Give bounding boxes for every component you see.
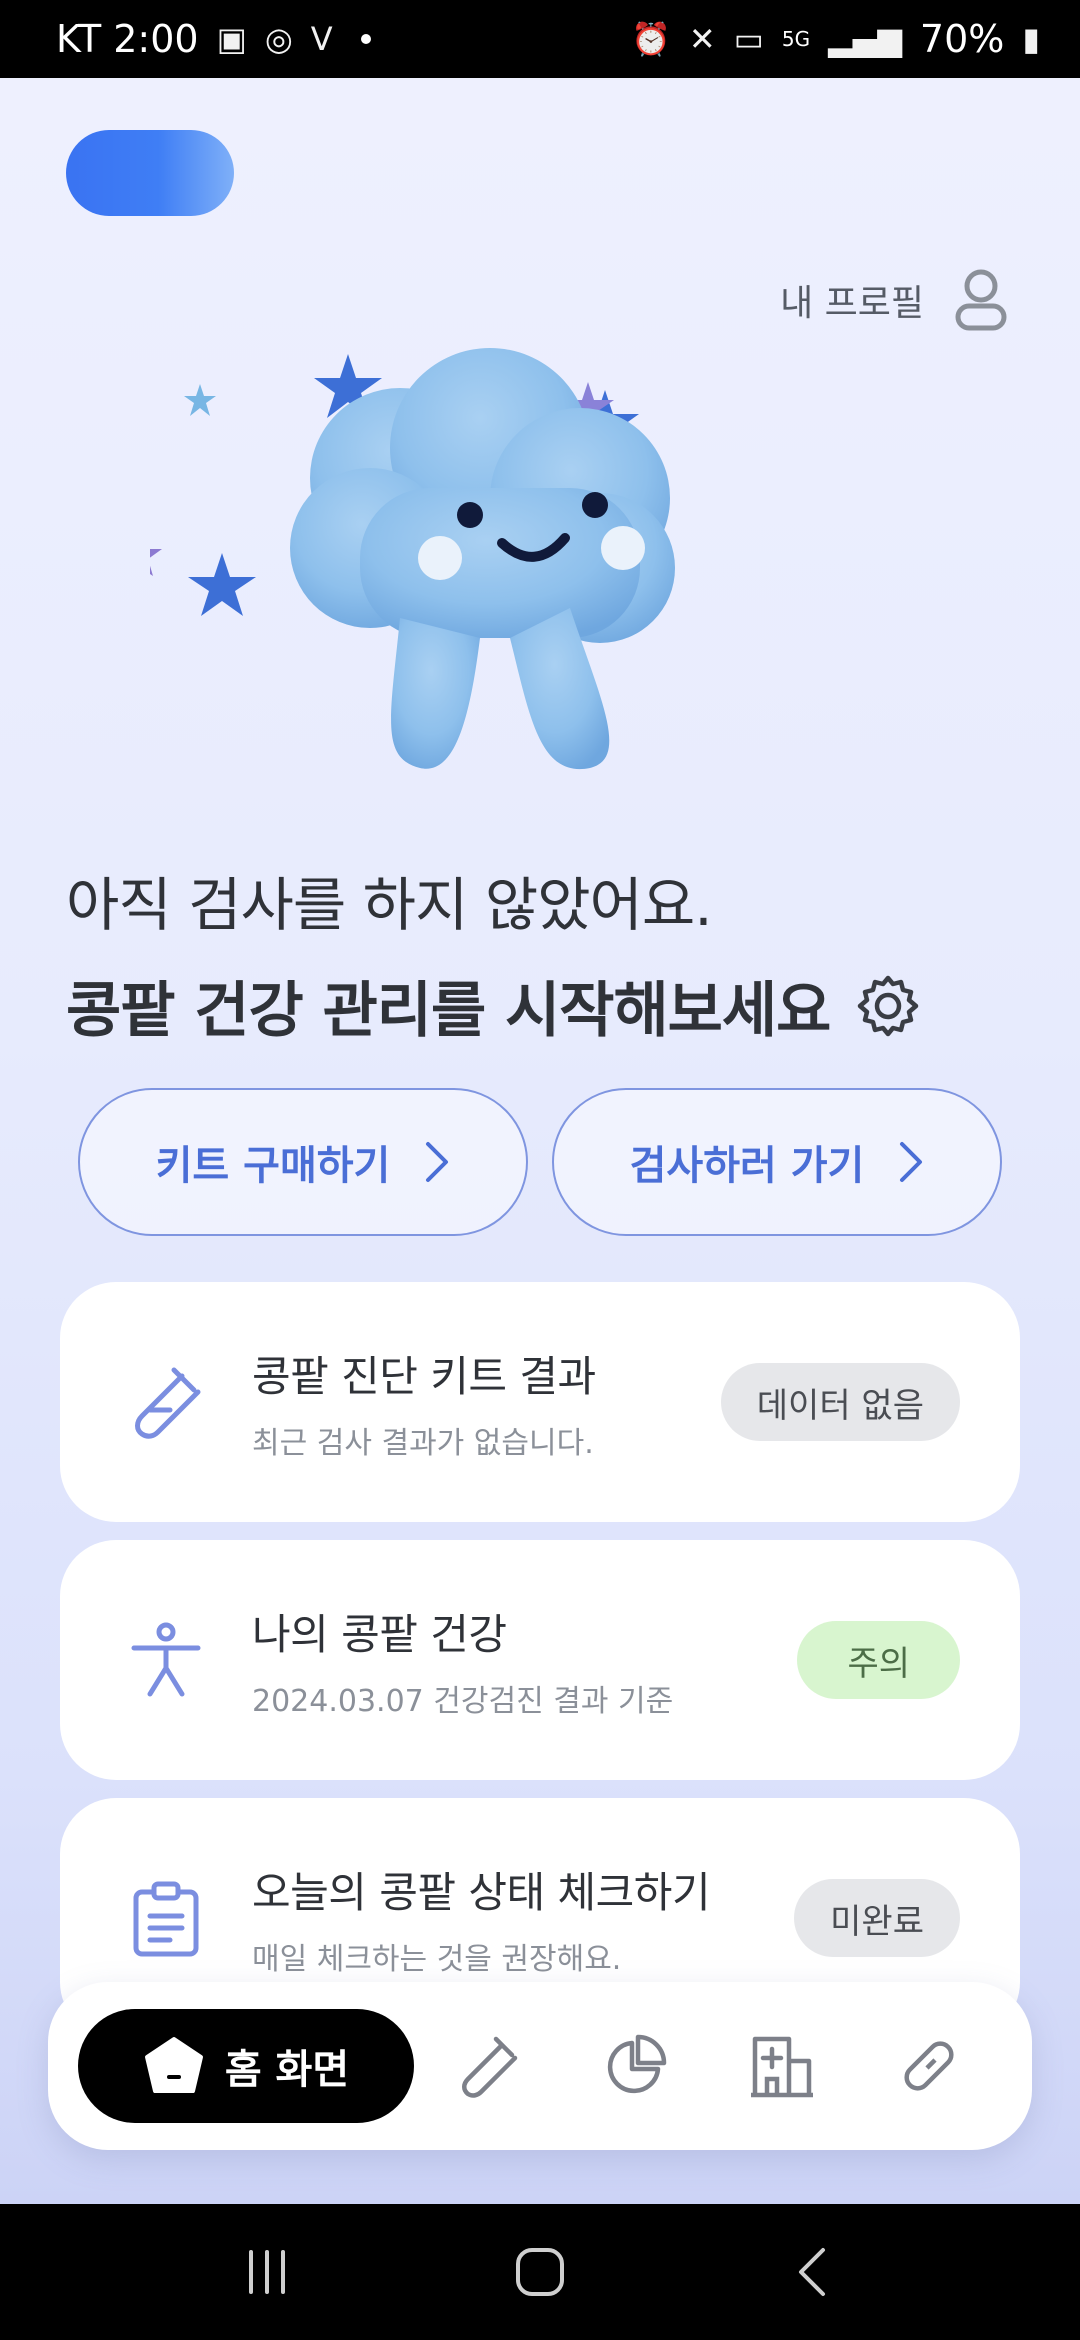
headline-line2: 콩팥 건강 관리를 시작해보세요 bbox=[66, 976, 831, 1046]
battery-percent: 70% bbox=[919, 17, 1005, 61]
recent-apps-icon[interactable] bbox=[237, 2242, 297, 2302]
buy-kit-button[interactable]: 키트 구매하기 bbox=[78, 1088, 528, 1236]
card-subtitle: 매일 체크하는 것을 권장해요. bbox=[252, 1941, 622, 1977]
gallery-icon: ▣ bbox=[216, 20, 247, 58]
status-badge: 데이터 없음 bbox=[720, 1363, 960, 1441]
clipboard-icon bbox=[133, 1881, 199, 1957]
card-kidney-health[interactable]: 나의 콩팥 건강 2024.03.07 건강검진 결과 기준 주의 bbox=[60, 1540, 1020, 1780]
cloud-mascot-illustration bbox=[150, 348, 675, 770]
chevron-right-icon bbox=[426, 1142, 449, 1182]
gear-icon[interactable] bbox=[856, 974, 920, 1038]
card-kit-result[interactable]: 콩팥 진단 키트 결과 최근 검사 결과가 없습니다. 데이터 없음 bbox=[60, 1282, 1020, 1522]
headline: 아직 검사를 하지 않았어요. 콩팥 건강 관리를 시작해보세요 bbox=[66, 858, 1026, 1049]
bottom-nav: 홈 화면 bbox=[48, 1982, 1032, 2150]
back-icon[interactable] bbox=[783, 2242, 843, 2302]
status-badge: 미완료 bbox=[794, 1879, 960, 1957]
battery-icon: ▮ bbox=[1022, 20, 1040, 58]
headline-line1: 아직 검사를 하지 않았어요. bbox=[66, 871, 713, 939]
notification-dot-icon bbox=[360, 34, 371, 44]
signal-icon: ▂▄▆ bbox=[828, 20, 902, 58]
card-title: 나의 콩팥 건강 bbox=[252, 1609, 507, 1659]
test-tube-icon bbox=[461, 2036, 517, 2098]
nav-report[interactable] bbox=[561, 2033, 708, 2099]
pill-icon bbox=[903, 2041, 954, 2091]
nav-home-button[interactable]: 홈 화면 bbox=[78, 2009, 414, 2123]
volte-icon: ᐯ bbox=[310, 20, 333, 58]
card-title: 콩팥 진단 키트 결과 bbox=[252, 1351, 596, 1401]
home-screen: 내 프로필 아직 검사를 하지 않았어요. 콩팥 건강 관리를 시작해보세요 키… bbox=[0, 78, 1080, 2204]
go-test-button[interactable]: 검사하러 가기 bbox=[552, 1088, 1002, 1236]
nav-test-kit[interactable] bbox=[414, 2033, 561, 2099]
status-badge: 주의 bbox=[797, 1621, 960, 1699]
go-test-label: 검사하러 가기 bbox=[629, 1143, 865, 1189]
cloud-character bbox=[290, 348, 675, 770]
profile-label: 내 프로필 bbox=[780, 283, 924, 324]
hospital-icon bbox=[750, 2036, 813, 2098]
hotspot-icon: ◎ bbox=[264, 20, 293, 58]
carrier-time: KT 2:00 bbox=[56, 17, 199, 61]
buy-kit-label: 키트 구매하기 bbox=[155, 1143, 391, 1189]
chevron-right-icon bbox=[900, 1142, 923, 1182]
home-pentagon-icon bbox=[144, 2037, 203, 2093]
alarm-icon: ⏰ bbox=[630, 20, 671, 58]
home-icon[interactable] bbox=[510, 2242, 570, 2302]
pie-chart-icon bbox=[607, 2034, 666, 2094]
mute-icon: ✕ bbox=[688, 20, 716, 58]
card-text: 오늘의 콩팥 상태 체크하기 매일 체크하는 것을 권장해요. bbox=[252, 1859, 794, 1978]
headline-line2-row: 콩팥 건강 관리를 시작해보세요 bbox=[66, 962, 1026, 1049]
network-type: 5G bbox=[781, 27, 811, 51]
nav-medication[interactable] bbox=[855, 2033, 1002, 2099]
card-subtitle: 2024.03.07 건강검진 결과 기준 bbox=[252, 1683, 674, 1719]
card-subtitle: 최근 검사 결과가 없습니다. bbox=[252, 1425, 594, 1461]
card-text: 콩팥 진단 키트 결과 최근 검사 결과가 없습니다. bbox=[252, 1343, 721, 1462]
status-bar: KT 2:00 ▣ ◎ ᐯ ⏰ ✕ ▭ 5G ▂▄▆ 70% ▮ bbox=[0, 0, 1080, 78]
test-tube-icon bbox=[135, 1367, 201, 1439]
app-logo bbox=[66, 130, 234, 216]
nav-home-label: 홈 화면 bbox=[224, 2047, 350, 2093]
nav-hospital[interactable] bbox=[708, 2033, 855, 2099]
system-nav-bar bbox=[0, 2204, 1080, 2340]
card-text: 나의 콩팥 건강 2024.03.07 건강검진 결과 기준 bbox=[252, 1601, 797, 1720]
cta-row: 키트 구매하기 검사하러 가기 bbox=[78, 1088, 1002, 1236]
user-icon bbox=[955, 269, 1007, 331]
hd-icon: ▭ bbox=[733, 20, 764, 58]
card-title: 오늘의 콩팥 상태 체크하기 bbox=[252, 1867, 711, 1917]
person-icon bbox=[131, 1622, 201, 1697]
profile-button[interactable]: 내 프로필 bbox=[780, 268, 1008, 332]
